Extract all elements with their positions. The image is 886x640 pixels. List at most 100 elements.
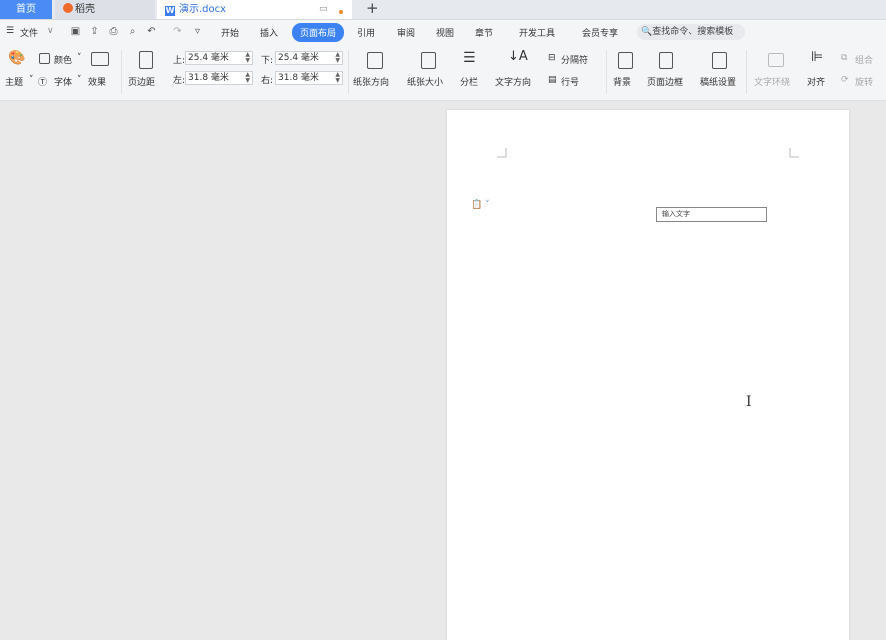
align-button[interactable]: 对齐 xyxy=(807,75,825,88)
text-cursor-icon: I xyxy=(746,394,752,410)
save-icon[interactable]: ▣ xyxy=(70,26,81,37)
menu-chapter[interactable]: 章节 xyxy=(475,26,493,39)
margin-bottom-label: 下: xyxy=(261,56,274,66)
effects-button[interactable]: 效果 xyxy=(88,75,106,88)
chevron-down-icon[interactable]: ∨ xyxy=(47,26,54,36)
paste-options-icon[interactable]: 📋 ˅ xyxy=(471,200,490,210)
ribbon-separator xyxy=(606,50,607,94)
margin-left-label: 左: xyxy=(173,76,186,86)
colors-button[interactable]: 颜色 xyxy=(54,53,72,66)
columns-button[interactable]: 分栏 xyxy=(460,75,478,88)
margin-right-value: 31.8 毫米 xyxy=(278,73,319,83)
menu-developer[interactable]: 开发工具 xyxy=(519,26,555,39)
unsaved-dot-icon xyxy=(339,7,343,17)
page-size-icon xyxy=(421,52,436,69)
effects-icon xyxy=(91,52,109,66)
tab-home[interactable]: 首页 xyxy=(0,0,52,19)
text-wrap-icon xyxy=(768,53,784,67)
spinner-arrows-icon[interactable]: ▲ ▼ xyxy=(245,52,250,64)
background-button[interactable]: 背景 xyxy=(613,75,631,88)
tab-bar: 首页 稻壳 W 演示.docx ▭ + xyxy=(0,0,886,20)
print-preview-icon[interactable]: ⌕ xyxy=(127,26,138,37)
menu-bar: ☰ 文件 ∨ ▣ ⇪ ⎙ ⌕ ↶ ↷ ▿ 开始 插入 页面布局 引用 审阅 视图… xyxy=(0,20,886,44)
rotate-button[interactable]: 旋转 xyxy=(855,75,873,88)
search-icon: 🔍 xyxy=(641,27,653,37)
text-box[interactable]: 输入文字 xyxy=(656,207,767,222)
line-numbers-icon: ▤ xyxy=(548,75,557,85)
page-orientation-button[interactable]: 纸张方向 xyxy=(353,75,389,88)
menu-review[interactable]: 审阅 xyxy=(397,26,415,39)
file-menu[interactable]: 文件 xyxy=(20,26,38,39)
word-doc-icon: W xyxy=(165,6,175,16)
menu-membership[interactable]: 会员专享 xyxy=(582,26,618,39)
margin-bottom-value: 25.4 毫米 xyxy=(278,53,319,63)
tab-home-label: 首页 xyxy=(16,4,36,15)
command-search[interactable]: 🔍查找命令、搜索模板 xyxy=(637,24,745,40)
menu-page-layout[interactable]: 页面布局 xyxy=(292,23,345,42)
rotate-icon: ⟳ xyxy=(841,75,849,85)
page-orientation-icon xyxy=(367,52,383,69)
text-box-content: 输入文字 xyxy=(662,210,690,218)
hamburger-menu-icon[interactable]: ☰ xyxy=(6,26,14,36)
fonts-dropdown-icon[interactable]: ˅ xyxy=(77,75,82,85)
menu-insert[interactable]: 插入 xyxy=(260,26,278,39)
menu-view[interactable]: 视图 xyxy=(436,26,454,39)
breaks-button[interactable]: 分隔符 xyxy=(561,53,588,66)
document-page[interactable]: 📋 ˅ 输入文字 xyxy=(447,110,849,640)
tab-daoke[interactable]: 稻壳 xyxy=(55,0,155,19)
new-tab-button[interactable]: + xyxy=(366,0,379,17)
margin-corner-top-left xyxy=(497,148,507,158)
spinner-arrows-icon[interactable]: ▲ ▼ xyxy=(335,52,340,64)
manuscript-icon xyxy=(712,52,727,69)
group-button[interactable]: 组合 xyxy=(855,53,873,66)
fonts-button[interactable]: 字体 xyxy=(54,75,72,88)
spinner-arrows-icon[interactable]: ▲ ▼ xyxy=(335,72,340,84)
columns-icon: ☰ xyxy=(463,50,476,66)
line-numbers-button[interactable]: 行号 xyxy=(561,75,579,88)
theme-dropdown-icon[interactable]: ˅ xyxy=(29,75,34,85)
margin-corner-top-right xyxy=(789,148,799,158)
breaks-icon: ⊟ xyxy=(548,53,556,63)
page-size-button[interactable]: 纸张大小 xyxy=(407,75,443,88)
margin-top-input[interactable]: 25.4 毫米 ▲ ▼ xyxy=(185,51,253,65)
palette-icon: 🎨 xyxy=(8,50,26,66)
menu-references[interactable]: 引用 xyxy=(357,26,375,39)
margin-bottom-input[interactable]: 25.4 毫米 ▲ ▼ xyxy=(275,51,343,65)
margin-top-value: 25.4 毫米 xyxy=(188,53,229,63)
print-icon[interactable]: ⎙ xyxy=(108,26,119,37)
page-border-button[interactable]: 页面边框 xyxy=(647,75,683,88)
text-direction-button[interactable]: 文字方向 xyxy=(495,75,531,88)
redo-icon[interactable]: ↷ xyxy=(172,26,183,37)
background-icon xyxy=(618,52,633,69)
manuscript-button[interactable]: 稿纸设置 xyxy=(700,75,736,88)
margin-top-label: 上: xyxy=(173,56,186,66)
margin-left-value: 31.8 毫米 xyxy=(188,73,229,83)
colors-icon xyxy=(39,53,50,64)
ribbon-separator xyxy=(746,50,747,94)
colors-dropdown-icon[interactable]: ˅ xyxy=(77,53,82,63)
theme-button[interactable]: 主题 xyxy=(5,75,23,88)
menu-start[interactable]: 开始 xyxy=(221,26,239,39)
spinner-arrows-icon[interactable]: ▲ ▼ xyxy=(245,72,250,84)
margins-button[interactable]: 页边距 xyxy=(128,75,155,88)
tab-document-label: 演示.docx xyxy=(179,4,227,15)
margin-left-input[interactable]: 31.8 毫米 ▲ ▼ xyxy=(185,71,253,85)
align-icon: ⊫ xyxy=(811,49,824,65)
ribbon-separator xyxy=(121,50,122,94)
ribbon-separator xyxy=(348,50,349,94)
margin-right-input[interactable]: 31.8 毫米 ▲ ▼ xyxy=(275,71,343,85)
search-placeholder: 查找命令、搜索模板 xyxy=(652,27,734,37)
monitor-icon[interactable]: ▭ xyxy=(319,4,328,14)
text-direction-icon: ↓A xyxy=(508,49,528,64)
ribbon-page-layout: 🎨 主题 ˅ 颜色 ˅ Ⓣ 字体 ˅ 效果 页边距 上: 25.4 毫米 ▲ ▼ … xyxy=(0,44,886,101)
margin-right-label: 右: xyxy=(261,76,274,86)
text-wrap-button[interactable]: 文字环绕 xyxy=(754,75,790,88)
customize-toolbar-icon[interactable]: ▿ xyxy=(192,26,203,37)
export-icon[interactable]: ⇪ xyxy=(89,26,100,37)
margins-icon xyxy=(139,51,153,69)
page-border-icon xyxy=(659,52,673,69)
tab-daoke-label: 稻壳 xyxy=(75,4,95,15)
undo-icon[interactable]: ↶ xyxy=(146,26,157,37)
daoke-logo-icon xyxy=(63,3,73,13)
fonts-icon: Ⓣ xyxy=(38,78,48,88)
